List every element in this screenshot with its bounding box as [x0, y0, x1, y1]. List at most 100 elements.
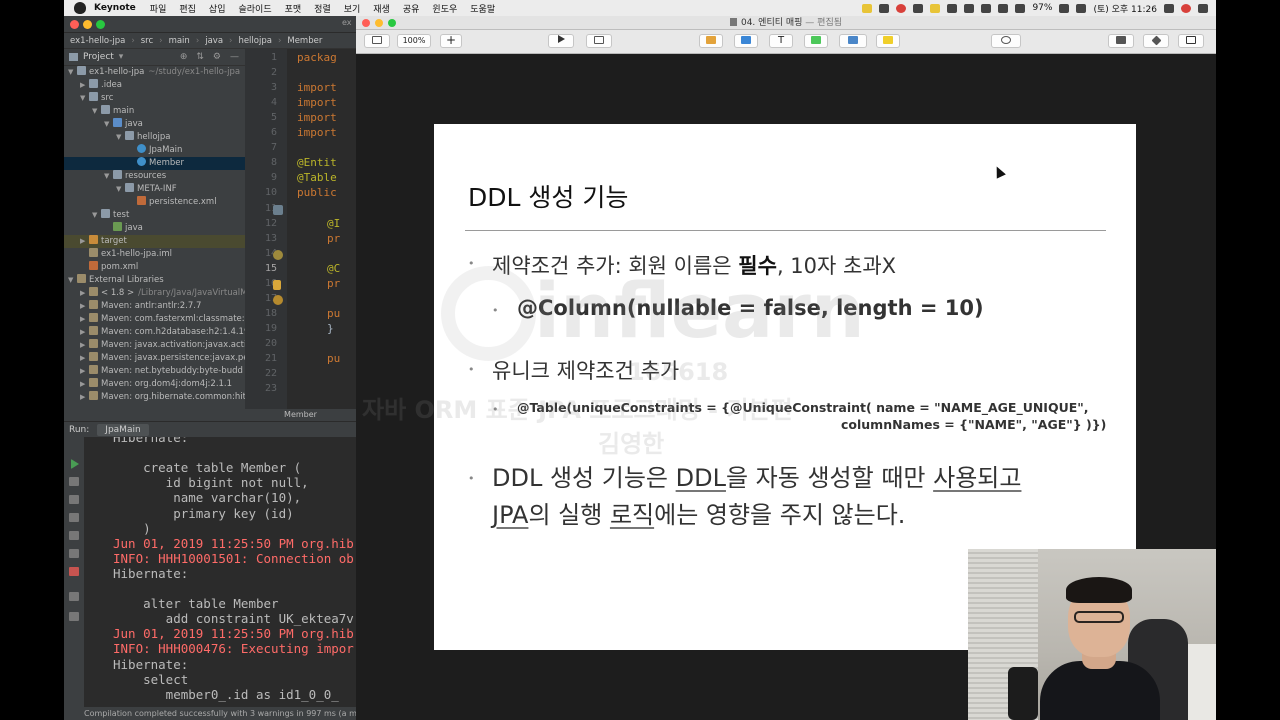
code-line[interactable]: @Entit	[297, 156, 337, 169]
tree-item[interactable]: Member	[64, 157, 245, 170]
sticky-notes-icon[interactable]	[862, 3, 873, 13]
run-tab-jpamain[interactable]: JpaMain	[97, 423, 149, 436]
sync-icon[interactable]	[896, 3, 907, 13]
menu-slide[interactable]: 슬라이드	[238, 2, 271, 15]
chevron-right-icon[interactable]: ▶	[80, 339, 89, 352]
gear-icon[interactable]: ⚙	[213, 52, 221, 62]
document-button[interactable]	[1178, 34, 1204, 48]
breadcrumb-item[interactable]: java	[205, 36, 223, 46]
keynote-live-button[interactable]	[586, 34, 612, 48]
bullet-unique-constraint[interactable]: 유니크 제약조건 추가	[492, 355, 679, 385]
menu-arrange[interactable]: 정렬	[314, 2, 331, 15]
breadcrumb-item[interactable]: src	[141, 36, 153, 46]
shape-button[interactable]	[804, 34, 828, 48]
tree-item[interactable]: ▶ Maven: com.h2database:h2:1.4.19	[64, 326, 245, 339]
volume-icon[interactable]	[1015, 3, 1026, 13]
chevron-down-icon[interactable]: ▼	[104, 170, 113, 183]
code-line[interactable]: @C	[327, 262, 340, 275]
media-button[interactable]	[839, 34, 867, 48]
chevron-right-icon[interactable]: ▶	[80, 352, 89, 365]
tree-item[interactable]: ▶ .idea	[64, 79, 245, 92]
bean-icon[interactable]	[273, 250, 283, 260]
grid-icon[interactable]	[964, 3, 975, 13]
chevron-down-icon[interactable]: ▼	[92, 209, 101, 222]
chevron-right-icon[interactable]: ▶	[80, 378, 89, 391]
scroll-from-source-icon[interactable]: ⊕	[180, 52, 188, 62]
spotlight-icon[interactable]	[1164, 3, 1174, 13]
screen-record-icon[interactable]	[879, 3, 890, 13]
chevron-right-icon[interactable]: ▶	[80, 235, 89, 248]
tree-item[interactable]: ▶ Maven: org.dom4j:dom4j:2.1.1	[64, 378, 245, 391]
layout-icon[interactable]	[69, 592, 79, 601]
pin-icon[interactable]	[69, 612, 79, 621]
bullet-required-constraint[interactable]: 제약조건 추가: 회원 이름은 필수, 10자 초과X	[492, 250, 896, 280]
tree-item[interactable]: ▶ Maven: javax.persistence:javax.pe	[64, 352, 245, 365]
tree-item[interactable]: ▶ Maven: org.hibernate.common:hit	[64, 391, 245, 404]
chevron-right-icon[interactable]: ▶	[80, 365, 89, 378]
tree-item[interactable]: ▼ main	[64, 105, 245, 118]
tree-item[interactable]: ▼ ex1-hello-jpa ~/study/ex1-hello-jpa	[64, 66, 245, 79]
zoom-window-icon[interactable]	[96, 20, 105, 29]
breadcrumb-item[interactable]: main	[169, 36, 190, 46]
chevron-down-icon[interactable]: ▼	[104, 118, 113, 131]
tree-item[interactable]: ▶ Maven: com.fasterxml:classmate:	[64, 313, 245, 326]
sub-bullet-column-annotation[interactable]: @Column(nullable = false, length = 10)	[517, 296, 984, 320]
tree-item[interactable]: ▼ META-INF	[64, 183, 245, 196]
chevron-down-icon[interactable]: ▾	[119, 52, 124, 62]
hide-icon[interactable]: —	[230, 52, 239, 62]
collaborate-button[interactable]	[991, 34, 1021, 48]
siri-icon[interactable]	[1181, 3, 1191, 13]
tree-item[interactable]: ▼ resources	[64, 170, 245, 183]
tree-item[interactable]: ▶ < 1.8 >/Library/Java/JavaVirtualM	[64, 287, 245, 300]
code-line[interactable]: import	[297, 96, 337, 109]
breadcrumb-item[interactable]: hellojpa	[238, 36, 272, 46]
view-menu-button[interactable]	[364, 34, 390, 48]
sub-bullet-table-annotation[interactable]: @Table(uniqueConstraints = {@UniqueConst…	[517, 399, 1106, 433]
breadcrumb-item[interactable]: Member	[287, 36, 322, 46]
code-line[interactable]: }	[327, 322, 334, 335]
print-icon[interactable]	[69, 549, 79, 558]
chevron-right-icon[interactable]: ▶	[80, 313, 89, 326]
menu-insert[interactable]: 삽입	[209, 2, 226, 15]
battery-percent[interactable]: 97%	[1032, 3, 1052, 13]
trash-icon[interactable]	[69, 567, 79, 576]
tree-item[interactable]: persistence.xml	[64, 196, 245, 209]
menu-format[interactable]: 포맷	[285, 2, 302, 15]
chevron-down-icon[interactable]: ▼	[92, 105, 101, 118]
chevron-down-icon[interactable]: ▼	[116, 131, 125, 144]
code-line[interactable]: @Table	[297, 171, 337, 184]
wifi-icon[interactable]	[998, 3, 1009, 13]
menu-edit[interactable]: 편집	[179, 2, 196, 15]
tree-item[interactable]: ex1-hello-jpa.iml	[64, 248, 245, 261]
minimize-window-icon[interactable]	[375, 19, 383, 27]
dropbox-icon[interactable]	[913, 3, 924, 13]
menu-share[interactable]: 공유	[403, 2, 420, 15]
text-button[interactable]: T	[769, 34, 793, 48]
editor-tab-member[interactable]: Member	[245, 409, 356, 421]
code-line[interactable]: packag	[297, 51, 337, 64]
run-console[interactable]: Hibernate: create table Member ( id bigi…	[84, 437, 356, 707]
input-source-icon[interactable]	[1076, 3, 1087, 13]
code-line[interactable]: pu	[327, 352, 340, 365]
menubar-app-name[interactable]: Keynote	[94, 3, 136, 13]
menubar-clock[interactable]: (토) 오후 11:26	[1093, 2, 1157, 15]
chevron-right-icon[interactable]: ▶	[80, 300, 89, 313]
slide-title[interactable]: DDL 생성 기능	[468, 178, 628, 214]
zoom-window-icon[interactable]	[388, 19, 396, 27]
code-editor[interactable]: 1 2 3 4 5 6 7 8 9 10 11 12 13 14 15 16 17 18 19 20 21 22 23 pa…	[245, 49, 356, 421]
tree-item[interactable]: pom.xml	[64, 261, 245, 274]
table-button[interactable]	[699, 34, 723, 48]
chevron-right-icon[interactable]: ▶	[80, 287, 89, 300]
code-line[interactable]: public	[297, 186, 337, 199]
chevron-right-icon[interactable]: ▶	[80, 79, 89, 92]
tree-item[interactable]: ▶ Maven: net.bytebuddy:byte-budd	[64, 365, 245, 378]
chevron-down-icon[interactable]: ▼	[68, 274, 77, 287]
comment-button[interactable]	[876, 34, 900, 48]
breadcrumb-item[interactable]: ex1-hello-jpa	[70, 36, 125, 46]
collapse-icon[interactable]: ⇅	[196, 52, 204, 62]
play-button[interactable]	[548, 34, 574, 48]
tree-item[interactable]: ▶ Maven: antlr:antlr:2.7.7	[64, 300, 245, 313]
code-line[interactable]: import	[297, 111, 337, 124]
database-icon[interactable]	[273, 205, 283, 215]
tree-item[interactable]: ▶ Maven: javax.activation:javax.activ	[64, 339, 245, 352]
